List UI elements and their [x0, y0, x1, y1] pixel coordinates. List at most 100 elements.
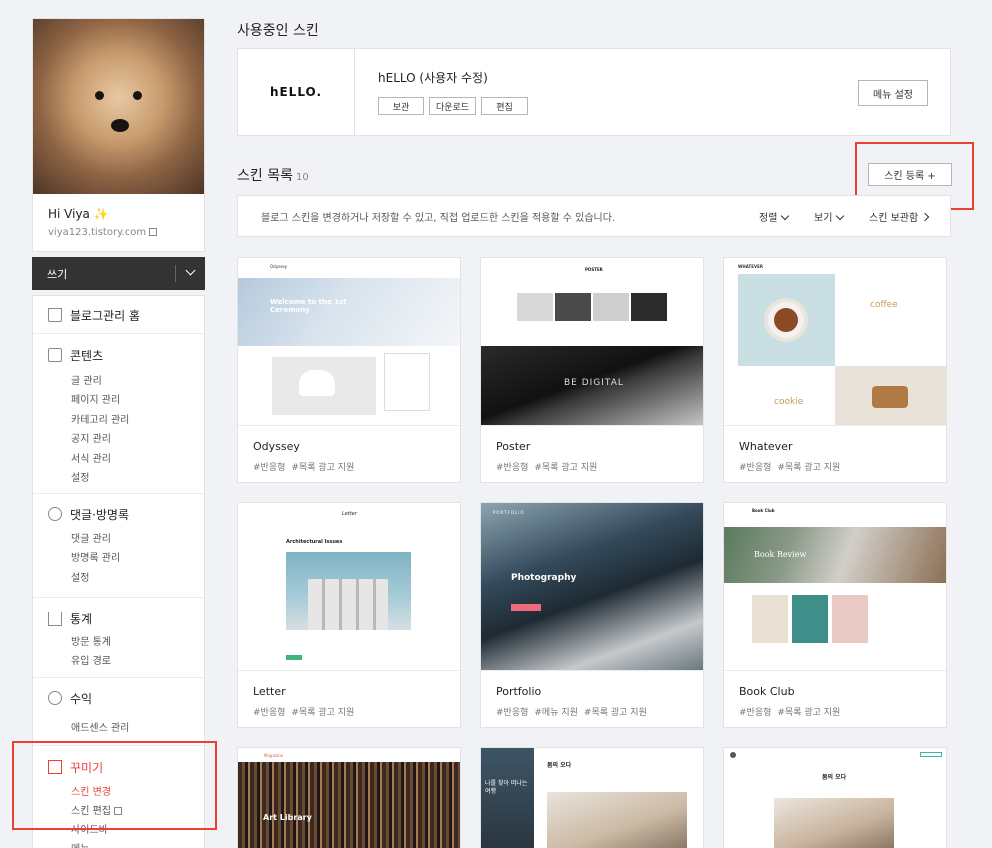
preview-headline: Art Library	[263, 813, 312, 822]
skin-name: Poster	[496, 440, 531, 453]
chevron-down-icon[interactable]	[185, 265, 196, 276]
skin-card[interactable]: Odyssey Welcome to the 1st Ceremony Odys…	[237, 257, 461, 483]
avatar-eye	[133, 91, 142, 100]
skin-card[interactable]: POSTER BE DIGITAL Poster #반응형 #목록 광고 지원	[480, 257, 704, 483]
external-link-icon	[149, 228, 158, 236]
skin-tag: #반응형	[253, 463, 286, 473]
sidebar-subitem-comments[interactable]: 댓글 관리	[71, 530, 111, 545]
preview-thumb	[517, 293, 553, 321]
preview-thumb	[593, 293, 629, 321]
preview-logo: WHATEVER	[738, 264, 763, 269]
sort-label: 정렬	[759, 213, 778, 224]
skin-card[interactable]: 봄의 오다	[723, 747, 947, 848]
sidebar-subitem-templates[interactable]: 서식 관리	[71, 450, 111, 465]
preview-cookie-stack	[872, 386, 908, 408]
skin-name: Portfolio	[496, 685, 542, 698]
skin-tag: #목록 광고 지원	[291, 708, 355, 718]
skin-tags: #반응형 #목록 광고 지원	[739, 460, 846, 473]
skin-preview-travel: 나를 찾아 떠나는 여행 봄의 오다	[481, 748, 703, 848]
sidebar-subitem-referrers[interactable]: 유입 경로	[71, 652, 111, 667]
skin-tag: #반응형	[739, 708, 772, 718]
skin-tags: #반응형 #목록 광고 지원	[253, 460, 360, 473]
preview-headline: 봄의 오다	[547, 762, 572, 769]
skin-card[interactable]: WHATEVER coffee cookie Whatever #반응형 #목록 …	[723, 257, 947, 483]
preview-headline: Book Review	[754, 550, 807, 559]
skin-count: 10	[295, 172, 309, 183]
skin-tags: #반응형 #메뉴 지원 #목록 광고 지원	[496, 705, 653, 718]
skin-storage-link[interactable]: 스킨 보관함	[869, 209, 930, 224]
chevron-right-icon	[920, 212, 930, 222]
sidebar-subitem-adsense[interactable]: 애드센스 관리	[71, 719, 129, 734]
preview-side-image	[481, 748, 534, 848]
skin-list-toolbar: 블로그 스킨을 변경하거나 저장할 수 있고, 직접 업로드한 스킨을 적용할 …	[237, 195, 951, 237]
sidebar-item-stats[interactable]: 통계	[70, 610, 92, 627]
skin-preview-whatever: WHATEVER coffee cookie	[724, 258, 946, 426]
blog-url-link[interactable]: viya123.tistory.com	[48, 227, 158, 238]
preview-book	[832, 595, 868, 643]
sidebar-section-comments: 댓글·방명록 댓글 관리 방명록 관리 설정	[33, 493, 204, 593]
preview-headline: Architectural Issues	[286, 539, 343, 545]
sidebar-section-home[interactable]: 블로그관리 홈	[33, 296, 204, 333]
write-label: 쓰기	[47, 267, 68, 281]
write-button[interactable]: 쓰기	[32, 257, 205, 290]
sidebar-subitem-content-settings[interactable]: 설정	[71, 469, 89, 484]
sidebar-item-comments[interactable]: 댓글·방명록	[70, 506, 129, 523]
skin-card[interactable]: 나를 찾아 떠나는 여행 봄의 오다	[480, 747, 704, 848]
current-skin-panel: hELLO. hELLO (사용자 수정) 보관 다운로드 편집 메뉴 설정	[237, 48, 951, 136]
preview-building	[308, 579, 388, 630]
view-dropdown[interactable]: 보기	[814, 209, 845, 224]
preview-thumb	[631, 293, 667, 321]
skin-tag: #반응형	[496, 708, 529, 718]
skin-card[interactable]: Letter Architectural Issues Letter #반응형 #…	[237, 502, 461, 728]
download-button[interactable]: 다운로드	[429, 97, 476, 115]
preview-logo: POSTER	[585, 267, 603, 272]
sidebar-item-home[interactable]: 블로그관리 홈	[70, 307, 140, 324]
preview-logo: Letter	[342, 511, 357, 517]
skin-preview-portfolio: PORTFOLIO Photography	[481, 503, 703, 671]
sidebar-subitem-guestbook[interactable]: 방명록 관리	[71, 549, 120, 564]
skin-card[interactable]: Book Club Book Review Book Club #반응형 #목록 …	[723, 502, 947, 728]
skin-card[interactable]: PORTFOLIO Photography Portfolio #반응형 #메뉴 …	[480, 502, 704, 728]
skin-preview-poster: POSTER BE DIGITAL	[481, 258, 703, 426]
coin-icon	[48, 691, 62, 705]
skin-preview-odyssey: Odyssey Welcome to the 1st Ceremony	[238, 258, 460, 426]
skin-tag: #목록 광고 지원	[777, 463, 841, 473]
profile-greeting: Hi Viya ✨	[48, 207, 109, 221]
bar-chart-icon	[48, 612, 62, 626]
skin-preview-magazine: Magazine Art Library	[238, 748, 460, 848]
preview-chair	[299, 370, 335, 396]
skin-tag: #목록 광고 지원	[291, 463, 355, 473]
skin-tag: #반응형	[739, 463, 772, 473]
preview-thumb	[555, 293, 591, 321]
sidebar-item-content[interactable]: 콘텐츠	[70, 347, 103, 364]
preview-text-coffee: coffee	[870, 300, 898, 310]
skin-tag: #반응형	[253, 708, 286, 718]
current-skin-thumbnail: hELLO.	[238, 49, 355, 135]
menu-settings-button[interactable]: 메뉴 설정	[858, 80, 928, 106]
skin-card[interactable]: Magazine Art Library	[237, 747, 461, 848]
preview-logo: Odyssey	[270, 264, 288, 269]
sidebar-subitem-notices[interactable]: 공지 관리	[71, 430, 111, 445]
preview-button	[286, 655, 302, 660]
sort-dropdown[interactable]: 정렬	[759, 209, 790, 224]
preview-logo: Book Club	[752, 508, 775, 513]
sidebar-item-revenue[interactable]: 수익	[70, 690, 92, 707]
edit-button[interactable]: 편집	[481, 97, 528, 115]
preview-button	[511, 604, 541, 611]
preview-headline: BE DIGITAL	[564, 378, 624, 388]
storage-label: 스킨 보관함	[869, 213, 919, 224]
archive-button[interactable]: 보관	[378, 97, 424, 115]
sidebar-subitem-menu[interactable]: 메뉴	[71, 840, 89, 848]
skin-name: Book Club	[739, 685, 795, 698]
skin-list-description: 블로그 스킨을 변경하거나 저장할 수 있고, 직접 업로드한 스킨을 적용할 …	[261, 213, 616, 224]
skin-preview-bookclub: Book Club Book Review	[724, 503, 946, 671]
preview-headline: 봄의 오다	[822, 774, 847, 781]
home-icon	[48, 308, 62, 322]
sidebar-subitem-categories[interactable]: 카테고리 관리	[71, 411, 129, 426]
sidebar-subitem-comment-settings[interactable]: 설정	[71, 569, 89, 584]
write-divider	[175, 265, 176, 282]
sidebar-subitem-visits[interactable]: 방문 통계	[71, 633, 111, 648]
sidebar-subitem-posts[interactable]: 글 관리	[71, 372, 102, 387]
sidebar-subitem-pages[interactable]: 페이지 관리	[71, 391, 120, 406]
avatar[interactable]	[33, 19, 204, 194]
